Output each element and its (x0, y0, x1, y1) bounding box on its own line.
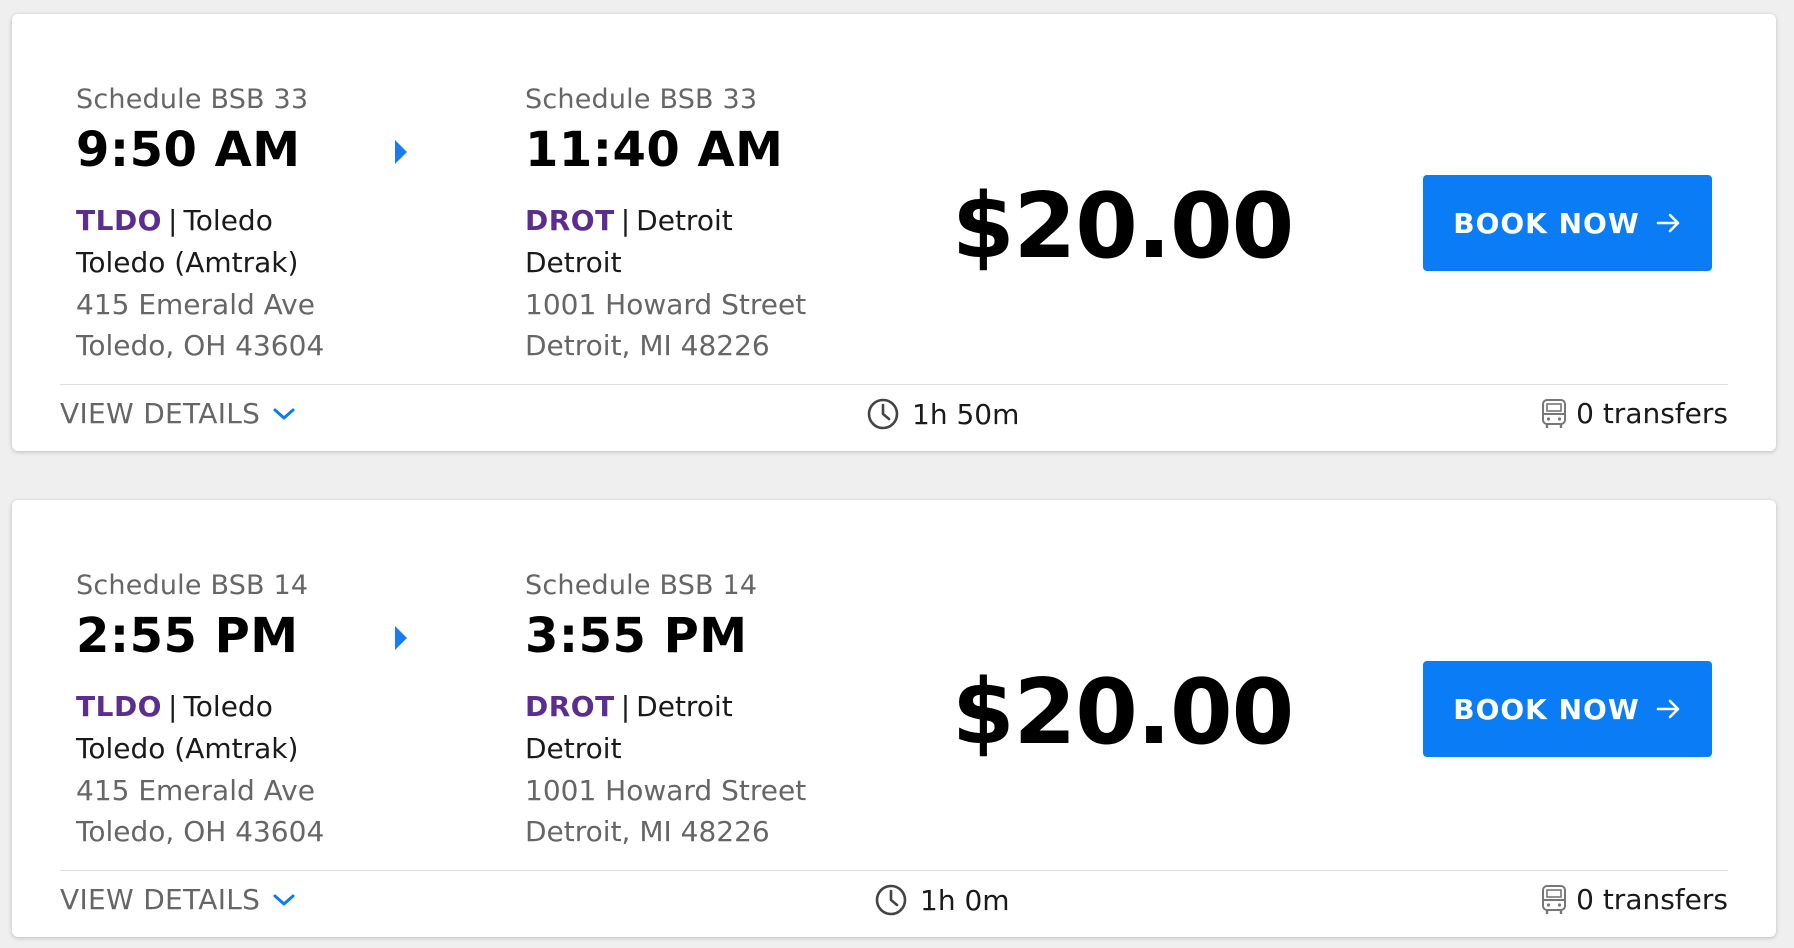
card-footer: VIEW DETAILS 1h 0m 0 transfers (60, 878, 1728, 928)
separator: | (620, 204, 631, 237)
trip-price: $20.00 (952, 660, 1294, 765)
trip-transfers: 0 transfers (1540, 397, 1728, 430)
origin-station-code: TLDO (76, 204, 162, 237)
destination-station-code: DROT (525, 690, 615, 723)
destination-station-line: DROT | Detroit (525, 690, 733, 723)
origin-station-line: TLDO | Toledo (76, 204, 273, 237)
origin-station-code: TLDO (76, 690, 162, 723)
view-details-label: VIEW DETAILS (60, 397, 261, 430)
arrow-right-icon (1656, 698, 1682, 720)
card-divider (60, 870, 1728, 871)
book-now-label: BOOK NOW (1453, 206, 1640, 240)
transfers-value: 0 transfers (1576, 883, 1728, 916)
chevron-down-icon (272, 406, 296, 422)
bus-icon (1540, 398, 1568, 430)
caret-right-icon (395, 626, 407, 650)
book-now-button[interactable]: BOOK NOW (1423, 175, 1712, 271)
arrival-time: 11:40 AM (525, 122, 784, 178)
view-details-toggle[interactable]: VIEW DETAILS (60, 883, 296, 916)
destination-station-line: DROT | Detroit (525, 204, 733, 237)
origin-station-name: Toledo (Amtrak) (76, 732, 299, 765)
duration-value: 1h 0m (920, 883, 1010, 917)
book-now-label: BOOK NOW (1453, 692, 1640, 726)
departure-time: 2:55 PM (76, 608, 299, 664)
chevron-down-icon (272, 892, 296, 908)
trip-duration: 1h 0m (874, 883, 1010, 917)
view-details-label: VIEW DETAILS (60, 883, 261, 916)
card-footer: VIEW DETAILS 1h 50m 0 transfers (60, 392, 1728, 442)
card-divider (60, 384, 1728, 385)
destination-station-code: DROT (525, 204, 615, 237)
origin-address-line1: 415 Emerald Ave (76, 288, 315, 321)
departure-time: 9:50 AM (76, 122, 301, 178)
trip-duration: 1h 50m (866, 397, 1019, 431)
separator: | (620, 690, 631, 723)
separator: | (168, 690, 178, 723)
transfers-value: 0 transfers (1576, 397, 1728, 430)
trip-card: Schedule BSB 14 2:55 PM TLDO | Toledo Tole… (12, 500, 1776, 937)
bus-icon (1540, 884, 1568, 916)
trip-results-list: Schedule BSB 33 9:50 AM TLDO | Toledo Tole… (0, 0, 1794, 948)
origin-address-line1: 415 Emerald Ave (76, 774, 315, 807)
destination-address-line2: Detroit, MI 48226 (525, 815, 770, 848)
destination-city: Detroit (636, 690, 733, 723)
destination-address-line2: Detroit, MI 48226 (525, 329, 770, 362)
trip-transfers: 0 transfers (1540, 883, 1728, 916)
trip-card: Schedule BSB 33 9:50 AM TLDO | Toledo Tole… (12, 14, 1776, 451)
view-details-toggle[interactable]: VIEW DETAILS (60, 397, 296, 430)
destination-schedule: Schedule BSB 14 (525, 570, 758, 601)
origin-address-line2: Toledo, OH 43604 (76, 815, 325, 848)
clock-icon (874, 883, 908, 917)
origin-address-line2: Toledo, OH 43604 (76, 329, 325, 362)
origin-schedule: Schedule BSB 14 (76, 570, 309, 601)
caret-right-icon (395, 140, 407, 164)
book-now-button[interactable]: BOOK NOW (1423, 661, 1712, 757)
destination-city: Detroit (636, 204, 733, 237)
origin-station-line: TLDO | Toledo (76, 690, 273, 723)
arrow-right-icon (1656, 212, 1682, 234)
destination-station-name: Detroit (525, 246, 622, 279)
origin-city: Toledo (183, 690, 273, 723)
trip-price: $20.00 (952, 174, 1294, 279)
separator: | (168, 204, 178, 237)
duration-value: 1h 50m (912, 397, 1020, 431)
origin-schedule: Schedule BSB 33 (76, 84, 309, 115)
destination-address-line1: 1001 Howard Street (525, 288, 807, 321)
destination-station-name: Detroit (525, 732, 622, 765)
origin-station-name: Toledo (Amtrak) (76, 246, 299, 279)
clock-icon (866, 397, 900, 431)
destination-address-line1: 1001 Howard Street (525, 774, 807, 807)
arrival-time: 3:55 PM (525, 608, 748, 664)
destination-schedule: Schedule BSB 33 (525, 84, 758, 115)
origin-city: Toledo (183, 204, 273, 237)
